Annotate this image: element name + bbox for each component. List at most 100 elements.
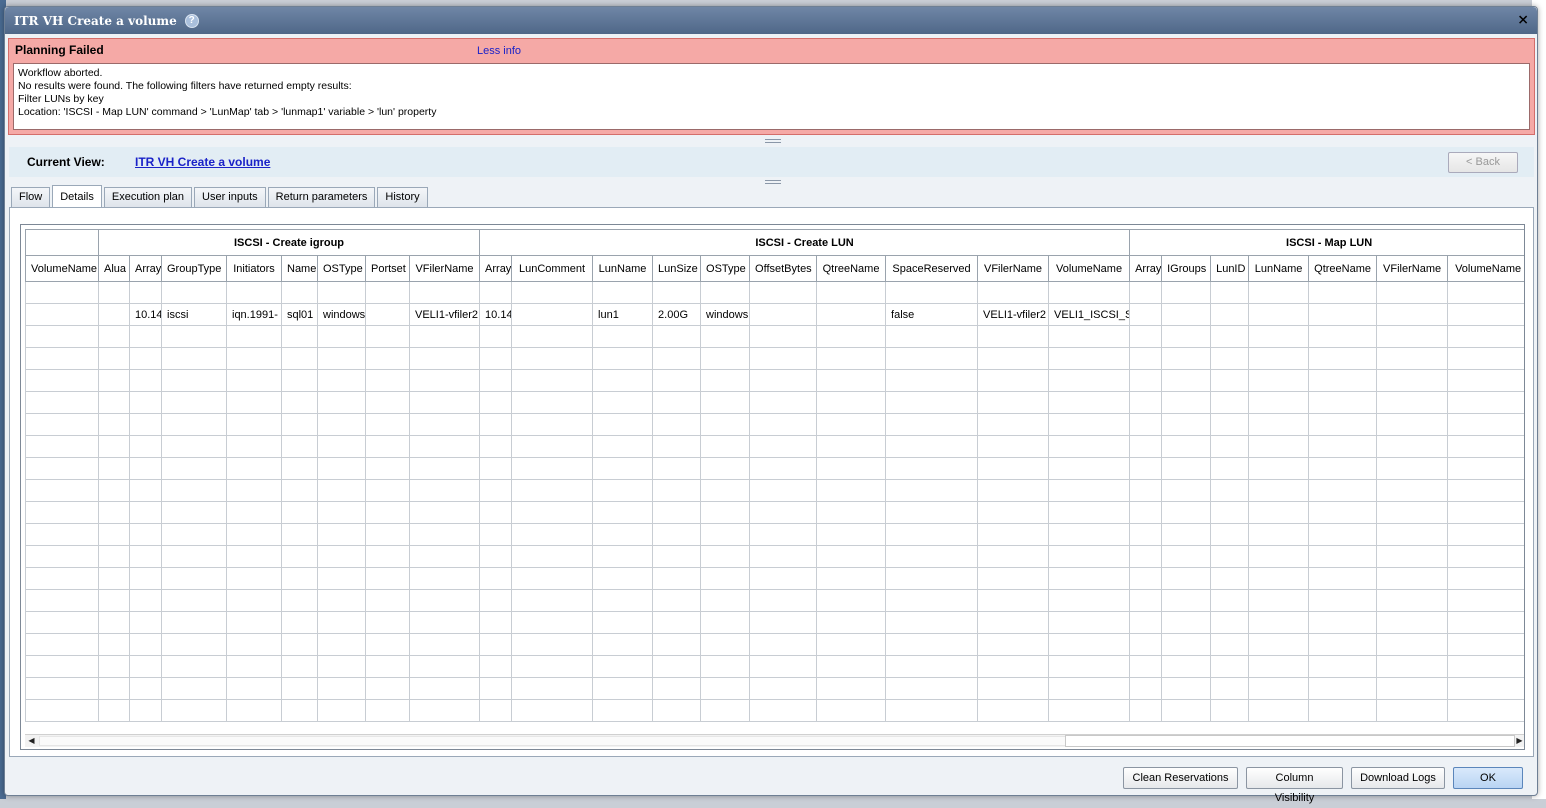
table-cell[interactable] xyxy=(408,699,481,722)
table-cell[interactable] xyxy=(226,413,282,436)
table-cell[interactable] xyxy=(129,479,162,502)
table-cell[interactable] xyxy=(749,545,818,568)
table-cell[interactable] xyxy=(317,281,366,304)
table-cell[interactable] xyxy=(977,699,1050,722)
table-cell[interactable] xyxy=(1210,545,1250,568)
table-cell[interactable] xyxy=(129,501,162,524)
table-cell[interactable] xyxy=(700,699,751,722)
table-cell[interactable] xyxy=(317,325,366,348)
table-cell[interactable] xyxy=(749,633,818,656)
table-cell[interactable] xyxy=(652,589,702,612)
table-cell[interactable] xyxy=(408,545,481,568)
close-icon[interactable]: × xyxy=(1517,12,1529,28)
table-cell[interactable] xyxy=(652,655,702,678)
table-cell[interactable] xyxy=(977,567,1050,590)
table-cell[interactable] xyxy=(1447,457,1524,480)
table-cell[interactable] xyxy=(479,523,513,546)
table-cell[interactable] xyxy=(226,435,282,458)
table-cell[interactable] xyxy=(365,501,410,524)
table-cell[interactable] xyxy=(281,567,318,590)
table-cell[interactable] xyxy=(652,347,702,370)
tab-flow[interactable]: Flow xyxy=(11,187,51,208)
table-cell[interactable] xyxy=(1129,325,1163,348)
table-cell[interactable] xyxy=(749,413,818,436)
table-cell[interactable] xyxy=(365,545,410,568)
table-cell[interactable] xyxy=(816,589,887,612)
table-row[interactable] xyxy=(25,435,1524,458)
table-cell[interactable] xyxy=(977,325,1050,348)
table-cell[interactable] xyxy=(816,545,887,568)
table-cell[interactable]: iscsi xyxy=(161,303,227,326)
table-cell[interactable] xyxy=(885,633,979,656)
table-cell[interactable] xyxy=(1161,523,1212,546)
table-cell[interactable] xyxy=(816,325,887,348)
table-cell[interactable] xyxy=(1248,347,1310,370)
table-cell[interactable] xyxy=(977,369,1050,392)
table-cell[interactable] xyxy=(700,347,751,370)
table-row[interactable] xyxy=(25,479,1524,502)
table-cell[interactable] xyxy=(885,391,979,414)
table-cell[interactable] xyxy=(1248,435,1310,458)
table-cell[interactable] xyxy=(479,391,513,414)
table-cell[interactable] xyxy=(1376,479,1449,502)
table-cell[interactable] xyxy=(129,391,162,414)
table-cell[interactable] xyxy=(129,589,162,612)
table-cell[interactable] xyxy=(511,589,594,612)
table-cell[interactable] xyxy=(1447,699,1524,722)
table-cell[interactable] xyxy=(98,303,130,326)
table-cell[interactable] xyxy=(977,523,1050,546)
table-cell[interactable] xyxy=(365,435,410,458)
table-cell[interactable] xyxy=(885,435,979,458)
table-cell[interactable] xyxy=(700,457,751,480)
table-cell[interactable]: 10.14 xyxy=(479,303,513,326)
splitter-handle[interactable] xyxy=(765,180,781,186)
table-cell[interactable] xyxy=(365,303,410,326)
table-cell[interactable] xyxy=(1376,325,1449,348)
table-cell[interactable]: 10.14 xyxy=(129,303,162,326)
table-cell[interactable] xyxy=(1376,435,1449,458)
table-row[interactable] xyxy=(25,391,1524,414)
table-cell[interactable] xyxy=(98,479,130,502)
table-cell[interactable] xyxy=(408,413,481,436)
table-cell[interactable] xyxy=(816,457,887,480)
table-cell[interactable] xyxy=(1248,325,1310,348)
table-cell[interactable] xyxy=(1447,435,1524,458)
table-cell[interactable] xyxy=(317,677,366,700)
table-cell[interactable] xyxy=(700,567,751,590)
table-cell[interactable] xyxy=(749,325,818,348)
table-cell[interactable] xyxy=(281,611,318,634)
table-cell[interactable] xyxy=(226,611,282,634)
table-cell[interactable] xyxy=(25,633,99,656)
table-cell[interactable] xyxy=(1447,611,1524,634)
table-cell[interactable] xyxy=(317,413,366,436)
tab-history[interactable]: History xyxy=(377,187,428,208)
table-cell[interactable] xyxy=(1210,501,1250,524)
table-cell[interactable] xyxy=(281,281,318,304)
tab-user-inputs[interactable]: User inputs xyxy=(194,187,266,208)
table-cell[interactable] xyxy=(1161,369,1212,392)
table-cell[interactable] xyxy=(98,655,130,678)
column-header[interactable]: IGroups xyxy=(1161,255,1212,282)
column-visibility-button[interactable]: Column Visibility xyxy=(1246,767,1343,804)
table-cell[interactable] xyxy=(1248,303,1310,326)
table-cell[interactable] xyxy=(1161,567,1212,590)
table-cell[interactable] xyxy=(1129,545,1163,568)
table-cell[interactable] xyxy=(365,325,410,348)
table-cell[interactable] xyxy=(1129,611,1163,634)
table-cell[interactable] xyxy=(25,281,99,304)
table-cell[interactable] xyxy=(1210,413,1250,436)
table-cell[interactable] xyxy=(25,435,99,458)
table-cell[interactable] xyxy=(1376,611,1449,634)
table-cell[interactable] xyxy=(25,545,99,568)
table-cell[interactable] xyxy=(700,633,751,656)
table-cell[interactable] xyxy=(885,325,979,348)
table-cell[interactable] xyxy=(652,479,702,502)
table-cell[interactable] xyxy=(749,281,818,304)
scroll-left-icon[interactable]: ◀ xyxy=(25,735,38,747)
table-cell[interactable] xyxy=(1210,589,1250,612)
table-cell[interactable] xyxy=(408,391,481,414)
table-cell[interactable] xyxy=(161,699,227,722)
table-cell[interactable] xyxy=(511,303,594,326)
table-cell[interactable] xyxy=(281,347,318,370)
table-cell[interactable] xyxy=(1129,523,1163,546)
